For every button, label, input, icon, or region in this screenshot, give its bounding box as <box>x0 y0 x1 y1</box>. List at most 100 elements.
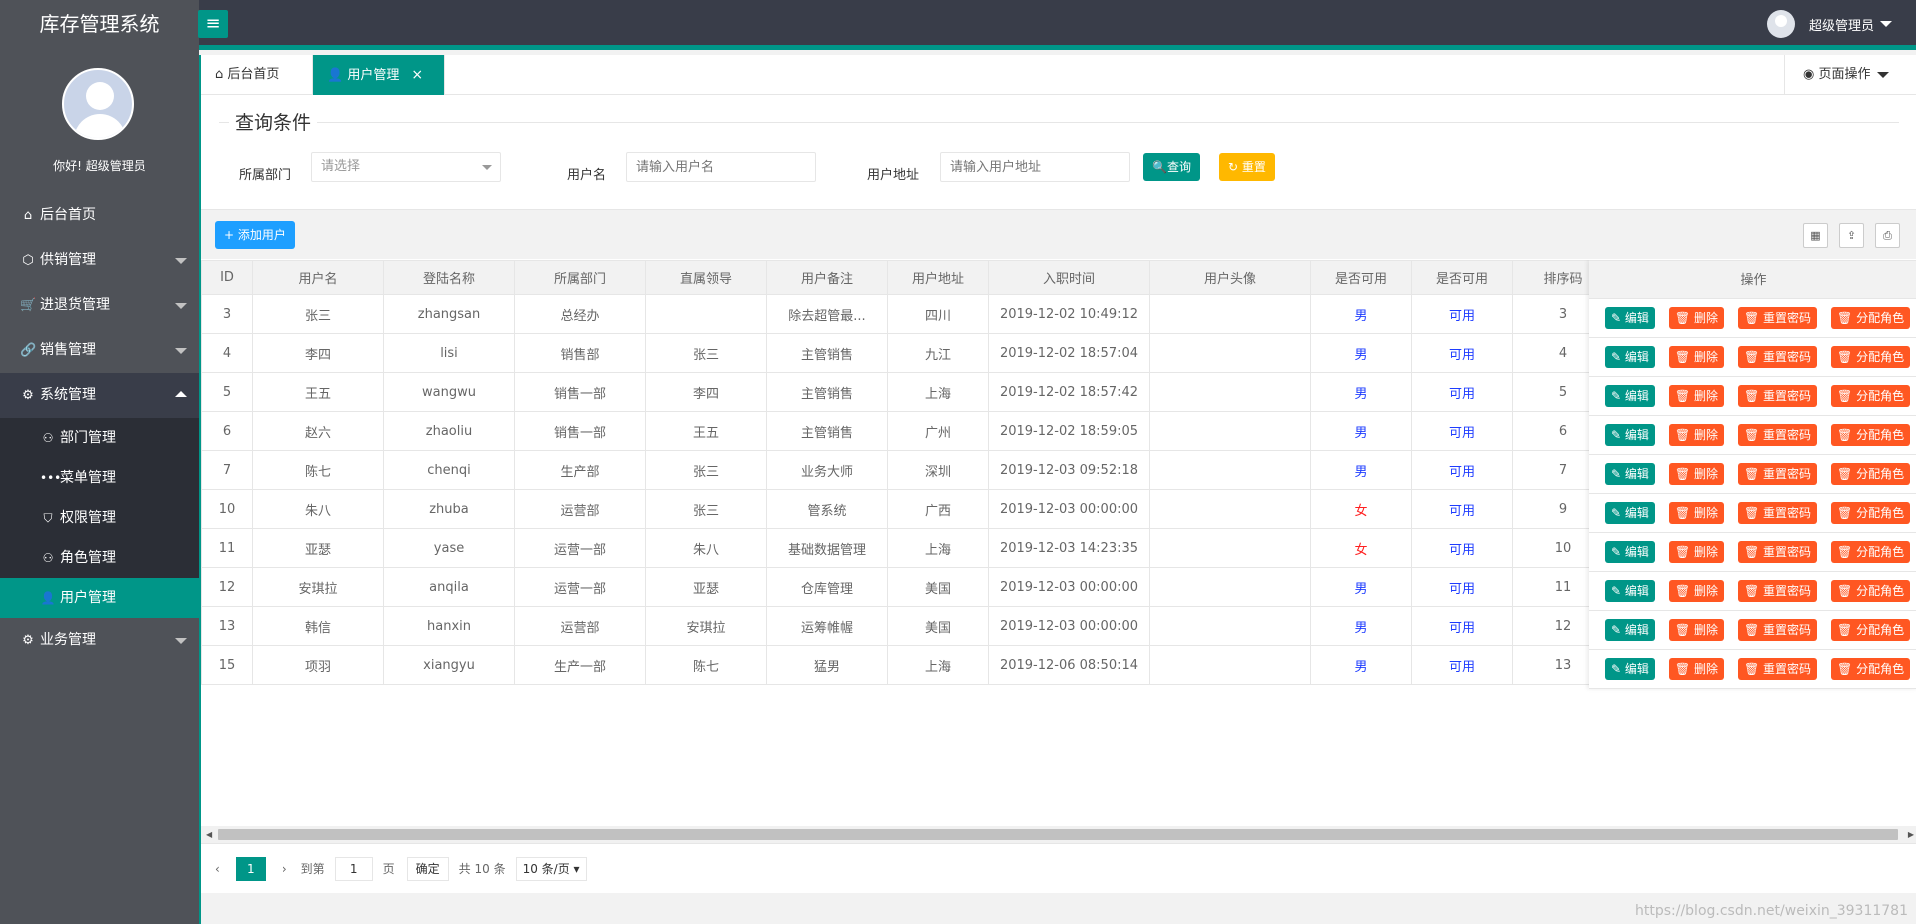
sidebar-item-user[interactable]: 👤 用户管理 <box>0 578 199 618</box>
column-header[interactable]: 用户头像 <box>1149 260 1311 295</box>
tab-home[interactable]: ⌂ 后台首页 <box>201 55 313 95</box>
column-header[interactable]: ID <box>201 260 253 295</box>
column-header[interactable]: 入职时间 <box>988 260 1150 295</box>
address-input[interactable] <box>940 152 1130 182</box>
search-button[interactable]: 🔍查询 <box>1143 153 1200 181</box>
sidebar-item-supply[interactable]: ⬡ 供销管理 <box>0 238 199 283</box>
scrollbar-thumb[interactable] <box>218 829 1898 840</box>
delete-button[interactable]: 🗑 删除 <box>1668 424 1724 446</box>
table-row[interactable]: 11 亚瑟 yase 运营一部 朱八 基础数据管理 上海 2019-12-03 14:23:3… <box>201 528 1614 568</box>
sidebar-item-role[interactable]: ⚇ 角色管理 <box>0 538 199 578</box>
table-row[interactable]: 13 韩信 hanxin 运营部 安琪拉 运筹帷幄 美国 2019-12-03 00:00:0… <box>201 606 1614 646</box>
column-header[interactable]: 用户名 <box>252 260 384 295</box>
delete-button[interactable]: 🗑 删除 <box>1668 346 1724 368</box>
delete-button[interactable]: 🗑 删除 <box>1668 580 1724 602</box>
reset-password-button[interactable]: 🗑 重置密码 <box>1737 580 1818 602</box>
assign-role-button[interactable]: 🗑 分配角色 <box>1831 346 1911 368</box>
horizontal-scrollbar[interactable]: ◀ ▶ <box>201 826 1916 843</box>
table-row[interactable]: 15 项羽 xiangyu 生产一部 陈七 猛男 上海 2019-12-06 08:50:14… <box>201 645 1614 685</box>
export-icon[interactable]: ⇪ <box>1839 223 1864 248</box>
assign-role-button[interactable]: 🗑 分配角色 <box>1831 385 1911 407</box>
edit-button[interactable]: ✎ 编辑 <box>1605 580 1655 602</box>
page-current[interactable]: 1 <box>235 856 266 881</box>
close-icon[interactable]: × <box>411 67 423 83</box>
scroll-left-icon[interactable]: ◀ <box>206 830 212 839</box>
edit-button[interactable]: ✎ 编辑 <box>1605 541 1655 563</box>
user-menu[interactable]: 超级管理员 <box>1766 0 1892 48</box>
reset-password-button[interactable]: 🗑 重置密码 <box>1737 307 1818 329</box>
next-page-icon[interactable]: › <box>282 862 287 876</box>
sidebar-item-permission[interactable]: ⛉ 权限管理 <box>0 498 199 538</box>
edit-button[interactable]: ✎ 编辑 <box>1605 658 1655 680</box>
reset-password-button[interactable]: 🗑 重置密码 <box>1737 619 1818 641</box>
assign-role-button[interactable]: 🗑 分配角色 <box>1831 658 1911 680</box>
delete-button[interactable]: 🗑 删除 <box>1668 385 1724 407</box>
delete-button[interactable]: 🗑 删除 <box>1668 502 1724 524</box>
edit-button[interactable]: ✎ 编辑 <box>1605 385 1655 407</box>
edit-button[interactable]: ✎ 编辑 <box>1605 346 1655 368</box>
tab-user[interactable]: 👤 用户管理 × <box>313 55 445 95</box>
table-row[interactable]: 6 赵六 zhaoliu 销售一部 王五 主管销售 广州 2019-12-02 18:59:0… <box>201 411 1614 451</box>
sidebar-item-business[interactable]: ⚙ 业务管理 <box>0 618 199 663</box>
reset-password-button[interactable]: 🗑 重置密码 <box>1737 346 1818 368</box>
column-header[interactable]: 直属领导 <box>645 260 767 295</box>
tab-bar: ⌂ 后台首页 👤 用户管理 × ◉ 页面操作 <box>201 55 1916 95</box>
edit-button[interactable]: ✎ 编辑 <box>1605 502 1655 524</box>
table-row[interactable]: 7 陈七 chenqi 生产部 张三 业务大师 深圳 2019-12-03 09:52:18 男… <box>201 450 1614 490</box>
page-input[interactable]: 1 <box>334 856 373 881</box>
column-header[interactable]: 是否可用 <box>1310 260 1412 295</box>
reset-button[interactable]: ↻ 重置 <box>1219 153 1275 181</box>
assign-role-button[interactable]: 🗑 分配角色 <box>1831 619 1911 641</box>
assign-role-button[interactable]: 🗑 分配角色 <box>1831 307 1911 329</box>
dept-select[interactable]: 请选择 <box>311 152 501 182</box>
table-row[interactable]: 3 张三 zhangsan 总经办 除去超管最... 四川 2019-12-02 10:49… <box>201 294 1614 334</box>
page-ops-menu[interactable]: ◉ 页面操作 <box>1784 55 1916 95</box>
table-row[interactable]: 4 李四 lisi 销售部 张三 主管销售 九江 2019-12-02 18:57:04 男可用… <box>201 333 1614 373</box>
column-header[interactable]: 登陆名称 <box>383 260 515 295</box>
column-header[interactable]: 所属部门 <box>514 260 646 295</box>
assign-role-button[interactable]: 🗑 分配角色 <box>1831 463 1911 485</box>
delete-button[interactable]: 🗑 删除 <box>1668 541 1724 563</box>
sidebar-item-purchase[interactable]: 🛒 进退货管理 <box>0 283 199 328</box>
sidebar-item-sales[interactable]: 🔗 销售管理 <box>0 328 199 373</box>
table-row[interactable]: 5 王五 wangwu 销售一部 李四 主管销售 上海 2019-12-02 18:57:42… <box>201 372 1614 412</box>
edit-button[interactable]: ✎ 编辑 <box>1605 307 1655 329</box>
edit-button[interactable]: ✎ 编辑 <box>1605 619 1655 641</box>
delete-button[interactable]: 🗑 删除 <box>1668 658 1724 680</box>
reset-password-button[interactable]: 🗑 重置密码 <box>1737 463 1818 485</box>
delete-button[interactable]: 🗑 删除 <box>1668 463 1724 485</box>
ops-row: ✎ 编辑 🗑 删除 🗑 重置密码 🗑 分配角色 <box>1589 611 1916 650</box>
page-size-select[interactable]: 10 条/页 ▾ <box>515 856 587 881</box>
delete-button[interactable]: 🗑 删除 <box>1668 619 1724 641</box>
assign-role-button[interactable]: 🗑 分配角色 <box>1831 424 1911 446</box>
edit-button[interactable]: ✎ 编辑 <box>1605 463 1655 485</box>
sidebar-item-menu[interactable]: •••菜单管理 <box>0 458 199 498</box>
delete-button[interactable]: 🗑 删除 <box>1668 307 1724 329</box>
assign-role-button[interactable]: 🗑 分配角色 <box>1831 580 1911 602</box>
column-header[interactable]: 用户备注 <box>766 260 888 295</box>
reset-password-button[interactable]: 🗑 重置密码 <box>1737 424 1818 446</box>
print-icon[interactable]: ⎙ <box>1875 223 1900 248</box>
sidebar-item-dept[interactable]: ⚇ 部门管理 <box>0 418 199 458</box>
columns-icon[interactable]: ▦ <box>1803 223 1828 248</box>
menu-toggle-button[interactable]: ≡ <box>198 10 228 38</box>
table-row[interactable]: 10 朱八 zhuba 运营部 张三 管系统 广西 2019-12-03 00:00:00 女可… <box>201 489 1614 529</box>
reset-password-button[interactable]: 🗑 重置密码 <box>1737 658 1818 680</box>
edit-button[interactable]: ✎ 编辑 <box>1605 424 1655 446</box>
goto-confirm-button[interactable]: 确定 <box>406 856 449 881</box>
column-header[interactable]: 用户地址 <box>887 260 989 295</box>
reset-password-button[interactable]: 🗑 重置密码 <box>1737 541 1818 563</box>
reset-password-button[interactable]: 🗑 重置密码 <box>1737 502 1818 524</box>
sidebar-item-system[interactable]: ⚙ 系统管理 <box>0 373 199 418</box>
sidebar-item-home[interactable]: ⌂ 后台首页 <box>0 193 199 238</box>
table-cell: 生产部 <box>514 450 646 490</box>
reset-password-button[interactable]: 🗑 重置密码 <box>1737 385 1818 407</box>
prev-page-icon[interactable]: ‹ <box>215 862 220 876</box>
add-user-button[interactable]: + 添加用户 <box>215 221 295 249</box>
assign-role-button[interactable]: 🗑 分配角色 <box>1831 541 1911 563</box>
table-row[interactable]: 12 安琪拉 anqila 运营一部 亚瑟 仓库管理 美国 2019-12-03 00:00:… <box>201 567 1614 607</box>
assign-role-button[interactable]: 🗑 分配角色 <box>1831 502 1911 524</box>
username-input[interactable] <box>626 152 816 182</box>
column-header[interactable]: 是否可用 <box>1411 260 1513 295</box>
scroll-right-icon[interactable]: ▶ <box>1908 830 1914 839</box>
